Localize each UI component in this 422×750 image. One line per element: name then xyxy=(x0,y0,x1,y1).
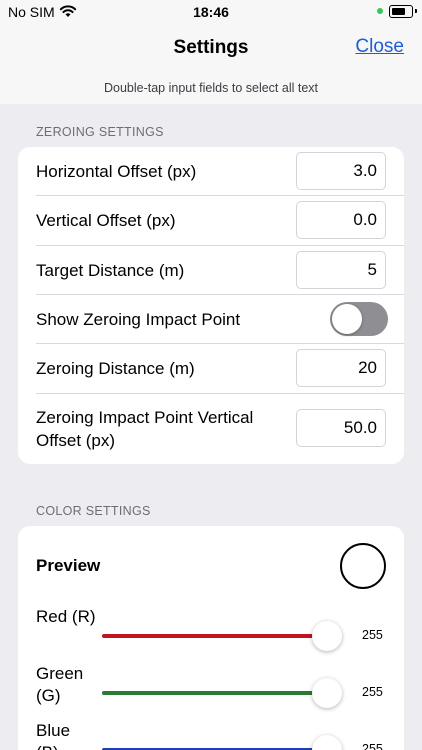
red-value: 255 xyxy=(362,628,383,642)
battery-icon xyxy=(389,5,417,18)
show-impact-point-label: Show Zeroing Impact Point xyxy=(36,310,241,329)
color-section-header: COLOR SETTINGS xyxy=(36,504,151,518)
show-impact-point-row: Show Zeroing Impact Point xyxy=(18,295,404,344)
zeroing-section-header: ZEROING SETTINGS xyxy=(36,125,164,139)
zeroing-distance-input[interactable]: 20 xyxy=(296,349,386,387)
blue-label: Blue (B) xyxy=(36,721,71,750)
impact-point-offset-row: Zeroing Impact Point Vertical Offset (px… xyxy=(18,394,404,464)
status-bar: No SIM 18:46 xyxy=(0,0,422,24)
green-label: Green (G) xyxy=(36,664,84,705)
target-distance-label: Target Distance (m) xyxy=(36,261,185,280)
close-button[interactable]: Close xyxy=(355,36,404,58)
color-settings-card: Preview Red (R) 255 Green (G) 255 Blue (… xyxy=(18,526,404,750)
blue-value: 255 xyxy=(362,742,383,750)
red-slider-thumb[interactable] xyxy=(312,621,342,651)
target-distance-row: Target Distance (m) 5 xyxy=(18,246,404,295)
battery-level xyxy=(391,7,405,15)
horizontal-offset-input[interactable]: 3.0 xyxy=(296,152,386,190)
zeroing-distance-row: Zeroing Distance (m) 20 xyxy=(18,344,404,394)
privacy-indicator-dot xyxy=(377,8,383,14)
red-slider-row: Red (R) 255 xyxy=(18,606,404,658)
hint-text: Double-tap input fields to select all te… xyxy=(103,81,318,95)
impact-point-offset-input[interactable]: 50.0 xyxy=(296,409,386,447)
red-label: Red (R) xyxy=(36,607,96,626)
battery-nub xyxy=(415,9,417,13)
blue-slider-thumb[interactable] xyxy=(312,735,342,750)
vertical-offset-label: Vertical Offset (px) xyxy=(36,211,176,230)
horizontal-offset-label: Horizontal Offset (px) xyxy=(36,162,197,181)
vertical-offset-row: Vertical Offset (px) 0.0 xyxy=(18,196,404,246)
blue-slider-row: Blue (B) 255 xyxy=(18,720,404,750)
green-slider-track[interactable] xyxy=(102,691,328,695)
toggle-knob xyxy=(332,304,362,334)
horizontal-offset-row: Horizontal Offset (px) 3.0 xyxy=(18,147,404,196)
target-distance-input[interactable]: 5 xyxy=(296,251,386,289)
vertical-offset-input[interactable]: 0.0 xyxy=(296,201,386,239)
zeroing-settings-card: Horizontal Offset (px) 3.0 Vertical Offs… xyxy=(18,147,404,464)
top-bar: No SIM 18:46 Settings Close Double-tap i… xyxy=(0,0,422,104)
show-impact-point-toggle[interactable] xyxy=(330,302,388,336)
clock: 18:46 xyxy=(193,4,229,20)
preview-label: Preview xyxy=(36,556,101,575)
green-slider-thumb[interactable] xyxy=(312,678,342,708)
red-slider-track[interactable] xyxy=(102,634,328,638)
impact-point-offset-label: Zeroing Impact Point Vertical Offset (px… xyxy=(36,408,254,450)
color-preview-swatch xyxy=(340,543,386,589)
green-value: 255 xyxy=(362,685,383,699)
zeroing-distance-label: Zeroing Distance (m) xyxy=(36,359,195,378)
green-slider-row: Green (G) 255 xyxy=(18,663,404,715)
